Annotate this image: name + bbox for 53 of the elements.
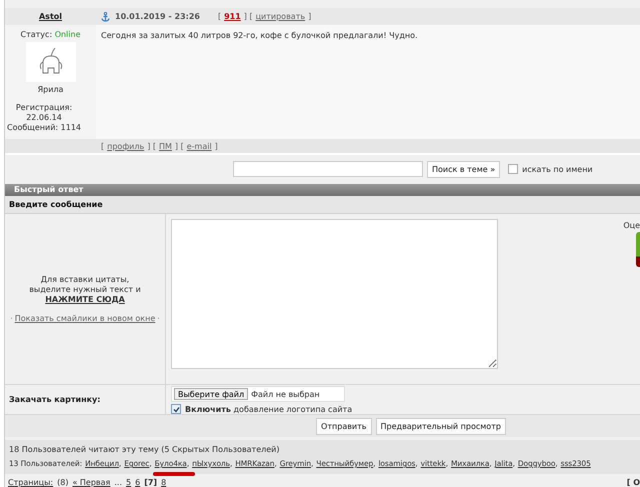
quote-hint: Для вставки цитаты, выделите нужный текст и [28,274,142,294]
first-page-link[interactable]: « Первая [72,478,110,487]
search-button[interactable]: Поиск в теме » [427,160,500,178]
underline-mark [152,472,195,476]
rating-label: Оце [623,221,640,230]
registration-label: Регистрация: [14,103,74,113]
bullet: · [157,314,160,324]
page-link[interactable]: 8 [161,478,166,487]
pages-link[interactable]: Страницы: [8,478,54,487]
post-number-link[interactable]: 911 [224,12,241,21]
message-field[interactable] [171,219,498,369]
bullet: · [10,314,13,324]
checkbox-label: искать по имени [522,164,593,174]
page-count: (8) [57,478,68,487]
quote-link[interactable]: цитировать [256,12,306,21]
anchor-icon[interactable] [101,12,110,22]
section-header: Быстрый ответ [5,184,640,196]
bracket: ] [214,142,218,150]
profile-link[interactable]: e-mail [186,142,212,150]
bracket: ] [ [147,142,156,150]
choose-file-button[interactable]: Выберите файл [174,388,248,400]
preview-button[interactable]: Предварительный просмотр [376,418,506,434]
post-text: Сегодня за залитых 40 литров 92-го, кофе с булочкой предлагали! Чудно. [101,31,418,40]
bracket: [ [101,142,104,150]
quote-link[interactable]: НАЖМИТЕ СЮДА [45,294,125,304]
checkbox-label: Включить добавление логотипа сайта [185,404,352,414]
page-link[interactable]: 5 [126,478,132,487]
options-text: [ О [626,478,640,487]
file-input[interactable]: Выберите файл Файл не выбран [171,386,345,402]
checkbox[interactable] [508,164,518,174]
registration-date: 22.06.14 [25,113,63,123]
rating-bar[interactable] [636,232,640,267]
bracket: ] [ [174,142,184,150]
submit-button[interactable]: Отправить [316,418,372,434]
user-status: Статус: Online [20,30,80,39]
message-count: Сообщений: 1114 [7,123,81,133]
file-status: Файл не выбран [251,390,320,398]
search-field[interactable] [233,161,423,177]
author-link[interactable]: Astol [38,12,62,21]
user-rank: Ярила [38,85,64,94]
ellipsis: ... [114,478,122,487]
bracket: [ [218,12,222,21]
current-page: [7] [144,478,158,487]
readers-summary: 18 Пользователей читают эту тему (5 Скрытых Пользователей) [9,444,280,456]
profile-link[interactable]: профиль [107,142,144,150]
bracket: ] [ [244,12,253,21]
section-subheader: Введите сообщение [5,196,640,214]
profile-link[interactable]: ПМ [159,142,172,150]
post-date: 10.01.2019 - 23:26 [115,12,200,21]
smilies-link[interactable]: Показать смайлики в новом окне [14,314,156,324]
page-link[interactable]: 6 [135,478,140,487]
bracket: ] [308,12,312,21]
checkbox[interactable] [171,404,181,414]
